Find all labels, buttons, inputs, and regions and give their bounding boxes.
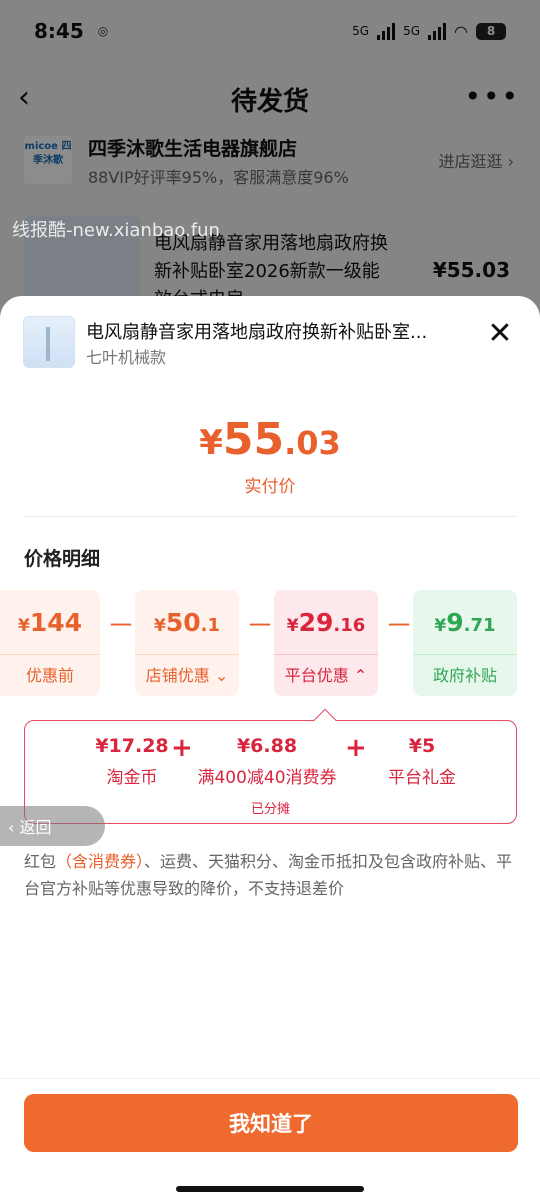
minus-sign: －: [246, 609, 275, 642]
sheet-product-title: 电风扇静音家用落地扇政府换新补贴卧室...: [86, 322, 428, 343]
price-currency: ¥: [199, 423, 223, 463]
card-separator: [413, 654, 517, 655]
card-separator: [274, 654, 378, 655]
product-thumbnail: [23, 316, 75, 368]
detail-item-gift: ¥5 平台礼金: [367, 735, 477, 788]
confirm-button[interactable]: 我知道了: [24, 1094, 518, 1152]
detail-item-coupon: ¥6.88 满400减40消费券: [193, 735, 341, 788]
card-currency: ¥: [17, 616, 30, 636]
price-breakdown-cards: ¥144 优惠前 － ¥50.1 店铺优惠 ⌄ － ¥29.16 平台优惠 ⌃ …: [0, 590, 540, 696]
detail-value: ¥5: [408, 735, 436, 757]
card-label: 政府补贴: [432, 666, 497, 685]
price-detail-sheet: 电风扇静音家用落地扇政府换新补贴卧室... 七叶机械款 ✕ ¥55.03 实付价…: [0, 296, 540, 1201]
minus-sign: －: [385, 609, 414, 642]
card-amount-dec: .16: [333, 615, 366, 636]
card-amount-dec: .1: [200, 615, 220, 636]
card-currency: ¥: [286, 616, 299, 636]
price-decimal: .03: [284, 424, 341, 462]
home-indicator: [176, 1186, 364, 1192]
card-amount-int: 29: [298, 608, 334, 637]
card-amount-int: 9: [446, 608, 464, 637]
price-integer: 55: [222, 414, 285, 465]
card-platform-discount[interactable]: ¥29.16 平台优惠 ⌃: [274, 590, 378, 696]
card-government-subsidy: ¥9.71 政府补贴: [413, 590, 517, 696]
detail-pointer: [313, 708, 337, 732]
card-amount-dec: .71: [463, 615, 496, 636]
floating-back-button[interactable]: ‹ 返回: [0, 806, 105, 846]
detail-name: 满400减40消费券: [197, 768, 337, 788]
close-icon[interactable]: ✕: [486, 319, 514, 349]
card-label: 店铺优惠 ⌄: [145, 666, 229, 685]
section-title: 价格明细: [24, 548, 101, 570]
card-separator: [135, 654, 239, 655]
card-amount-int: 50: [165, 608, 201, 637]
plus-sign: +: [345, 733, 367, 763]
detail-name: 平台礼金: [388, 768, 456, 788]
card-amount-int: 144: [29, 608, 83, 637]
card-currency: ¥: [153, 616, 166, 636]
paid-price-label: 实付价: [244, 477, 296, 497]
detail-name: 淘金币: [106, 768, 158, 788]
divider: [24, 516, 516, 517]
plus-sign: +: [171, 733, 193, 763]
note-highlight: （含消费券）: [56, 852, 145, 871]
detail-value: ¥6.88: [236, 735, 298, 757]
price-note: 红包（含消费券）、运费、天猫积分、淘金币抵扣及包含政府补贴、平台官方补贴等优惠导…: [24, 848, 518, 902]
note-prefix: 红包: [24, 852, 57, 871]
card-store-discount[interactable]: ¥50.1 店铺优惠 ⌄: [135, 590, 239, 696]
watermark: 线报酷-new.xianbao.fun: [12, 220, 220, 241]
card-original-price: ¥144 优惠前: [0, 590, 100, 696]
divider: [0, 1078, 540, 1079]
platform-discount-detail: ¥17.28 淘金币 + ¥6.88 满400减40消费券 + ¥5 平台礼金 …: [24, 708, 517, 824]
card-separator: [0, 654, 100, 655]
card-currency: ¥: [434, 616, 447, 636]
card-label: 优惠前: [25, 666, 74, 685]
sheet-product-sku: 七叶机械款: [86, 348, 167, 367]
minus-sign: －: [107, 609, 136, 642]
paid-price: ¥55.03: [0, 414, 540, 465]
card-label: 平台优惠 ⌃: [284, 666, 368, 685]
